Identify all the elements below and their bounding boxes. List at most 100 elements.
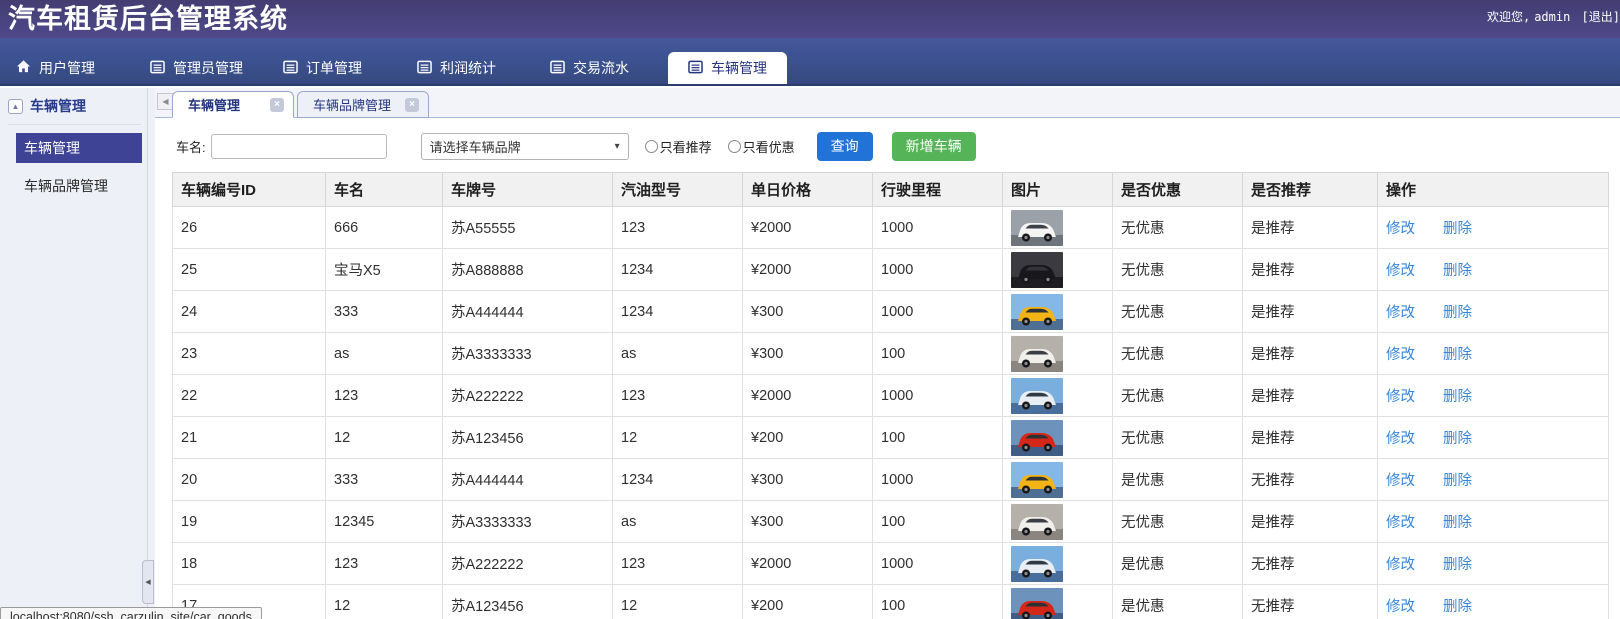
edit-link[interactable]: 修改 <box>1386 217 1415 238</box>
cell-price: ¥2000 <box>742 206 873 249</box>
table-body: 26 666 苏A55555 123 ¥2000 1000 无优惠 是推荐 修改 删除 25 宝马X5… <box>172 206 1609 619</box>
nav-item-orders[interactable]: 订单管理 <box>271 52 374 84</box>
sidebar-accordion-header[interactable]: ▲ 车辆管理 <box>8 96 141 125</box>
delete-link[interactable]: 删除 <box>1443 469 1472 490</box>
radio-only-recommended[interactable]: 只看推荐 <box>644 137 712 156</box>
app-window: 汽车租赁后台管理系统 欢迎您, admin [退出] 用户管理 管理员管理 订单管… <box>0 0 1620 619</box>
edit-link[interactable]: 修改 <box>1386 553 1415 574</box>
tab-brand-mgmt[interactable]: 车辆品牌管理 × <box>297 91 429 118</box>
delete-link[interactable]: 删除 <box>1443 259 1472 280</box>
edit-link[interactable]: 修改 <box>1386 259 1415 280</box>
cell-actions: 修改 删除 <box>1377 500 1609 543</box>
cell-plate: 苏A222222 <box>442 542 613 585</box>
delete-link[interactable]: 删除 <box>1443 511 1472 532</box>
edit-link[interactable]: 修改 <box>1386 595 1415 616</box>
nav-item-label: 车辆管理 <box>711 60 767 76</box>
edit-link[interactable]: 修改 <box>1386 511 1415 532</box>
edit-link[interactable]: 修改 <box>1386 343 1415 364</box>
table-row: 25 宝马X5 苏A888888 1234 ¥2000 1000 无优惠 是推荐 修改 删除 <box>172 248 1609 291</box>
cell-image <box>1002 206 1113 249</box>
delete-link[interactable]: 删除 <box>1443 385 1472 406</box>
edit-link[interactable]: 修改 <box>1386 301 1415 322</box>
black-coupe-photo <box>1011 251 1063 288</box>
nav-item-admins[interactable]: 管理员管理 <box>138 52 255 84</box>
delete-link[interactable]: 删除 <box>1443 343 1472 364</box>
nav-item-vehicles[interactable]: 车辆管理 <box>668 52 787 84</box>
cell-image <box>1002 374 1113 417</box>
cell-recommend: 是推荐 <box>1242 248 1378 291</box>
sidebar-collapse-handle[interactable]: ◀ <box>142 560 154 604</box>
cell-fuel: 123 <box>612 206 743 249</box>
close-icon[interactable]: × <box>270 97 284 112</box>
brand-select[interactable]: 请选择车辆品牌 ▾ <box>420 132 629 160</box>
list-icon <box>150 60 165 77</box>
cell-plate: 苏A123456 <box>442 416 613 459</box>
column-header: 车牌号 <box>442 172 613 207</box>
red-car-photo <box>1011 419 1063 456</box>
sidebar-item-brand-mgmt[interactable]: 车辆品牌管理 <box>16 171 142 201</box>
cell-discount: 是优惠 <box>1112 542 1243 585</box>
cell-discount: 无优惠 <box>1112 416 1243 459</box>
cell-fuel: 12 <box>612 416 743 459</box>
add-vehicle-button[interactable]: 新增车辆 <box>891 131 976 161</box>
cell-id: 19 <box>172 500 326 543</box>
cell-actions: 修改 删除 <box>1377 416 1609 459</box>
cell-recommend: 是推荐 <box>1242 206 1378 249</box>
cell-name: 12345 <box>325 500 443 543</box>
cell-plate: 苏A444444 <box>442 290 613 333</box>
page-title: 汽车租赁后台管理系统 <box>8 4 288 34</box>
cell-mileage: 1000 <box>872 374 1003 417</box>
cell-image <box>1002 584 1113 619</box>
nav-item-transactions[interactable]: 交易流水 <box>538 52 641 84</box>
scroll-left-icon: ◀ <box>162 97 169 106</box>
blue-suv-photo <box>1011 545 1063 582</box>
delete-link[interactable]: 删除 <box>1443 217 1472 238</box>
collapse-icon[interactable]: ▲ <box>8 98 23 114</box>
cell-fuel: as <box>612 500 743 543</box>
blue-suv-photo <box>1011 377 1063 414</box>
nav-item-users[interactable]: 用户管理 <box>4 52 107 84</box>
edit-link[interactable]: 修改 <box>1386 427 1415 448</box>
nav-item-label: 管理员管理 <box>173 60 243 76</box>
logout-link[interactable]: [退出] <box>1582 10 1620 24</box>
nav-item-label: 订单管理 <box>306 60 362 76</box>
tab-label: 车辆品牌管理 <box>313 98 392 113</box>
delete-link[interactable]: 删除 <box>1443 427 1472 448</box>
edit-link[interactable]: 修改 <box>1386 385 1415 406</box>
column-header: 单日价格 <box>742 172 873 207</box>
yellow-sports-photo <box>1011 461 1063 498</box>
collapse-arrow-icon: ◀ <box>145 579 151 586</box>
cell-fuel: 1234 <box>612 290 743 333</box>
cell-actions: 修改 删除 <box>1377 332 1609 375</box>
radio-only-discounted[interactable]: 只看优惠 <box>727 137 795 156</box>
car-name-input[interactable] <box>210 133 387 159</box>
delete-link[interactable]: 删除 <box>1443 553 1472 574</box>
close-icon[interactable]: × <box>405 97 419 112</box>
sidebar-item-vehicle-mgmt[interactable]: 车辆管理 <box>16 133 142 163</box>
cell-image <box>1002 542 1113 585</box>
column-header: 车名 <box>325 172 443 207</box>
sidebar-splitter[interactable]: ◀ <box>142 88 155 619</box>
cell-recommend: 是推荐 <box>1242 290 1378 333</box>
brand-select-value: 请选择车辆品牌 <box>429 139 521 155</box>
delete-link[interactable]: 删除 <box>1443 595 1472 616</box>
delete-link[interactable]: 删除 <box>1443 301 1472 322</box>
radio-circle[interactable] <box>644 139 658 153</box>
tab-vehicle-mgmt[interactable]: 车辆管理 × <box>172 91 294 118</box>
cell-mileage: 100 <box>872 416 1003 459</box>
cell-mileage: 100 <box>872 332 1003 375</box>
edit-link[interactable]: 修改 <box>1386 469 1415 490</box>
radio-circle[interactable] <box>727 139 741 153</box>
column-header: 是否优惠 <box>1112 172 1243 207</box>
car-name-label: 车名: <box>176 139 206 155</box>
main-navbar: 用户管理 管理员管理 订单管理 利润统计 交易流水 车辆管理 <box>0 38 1620 86</box>
cell-discount: 无优惠 <box>1112 332 1243 375</box>
nav-item-profit-stats[interactable]: 利润统计 <box>405 52 508 84</box>
cell-name: 12 <box>325 416 443 459</box>
column-header: 行驶里程 <box>872 172 1003 207</box>
cell-price: ¥300 <box>742 332 873 375</box>
search-button[interactable]: 查询 <box>816 131 873 161</box>
table-row: 19 12345 苏A3333333 as ¥300 100 无优惠 是推荐 修改 删除 <box>172 500 1609 543</box>
cell-name: 123 <box>325 542 443 585</box>
cell-price: ¥2000 <box>742 542 873 585</box>
